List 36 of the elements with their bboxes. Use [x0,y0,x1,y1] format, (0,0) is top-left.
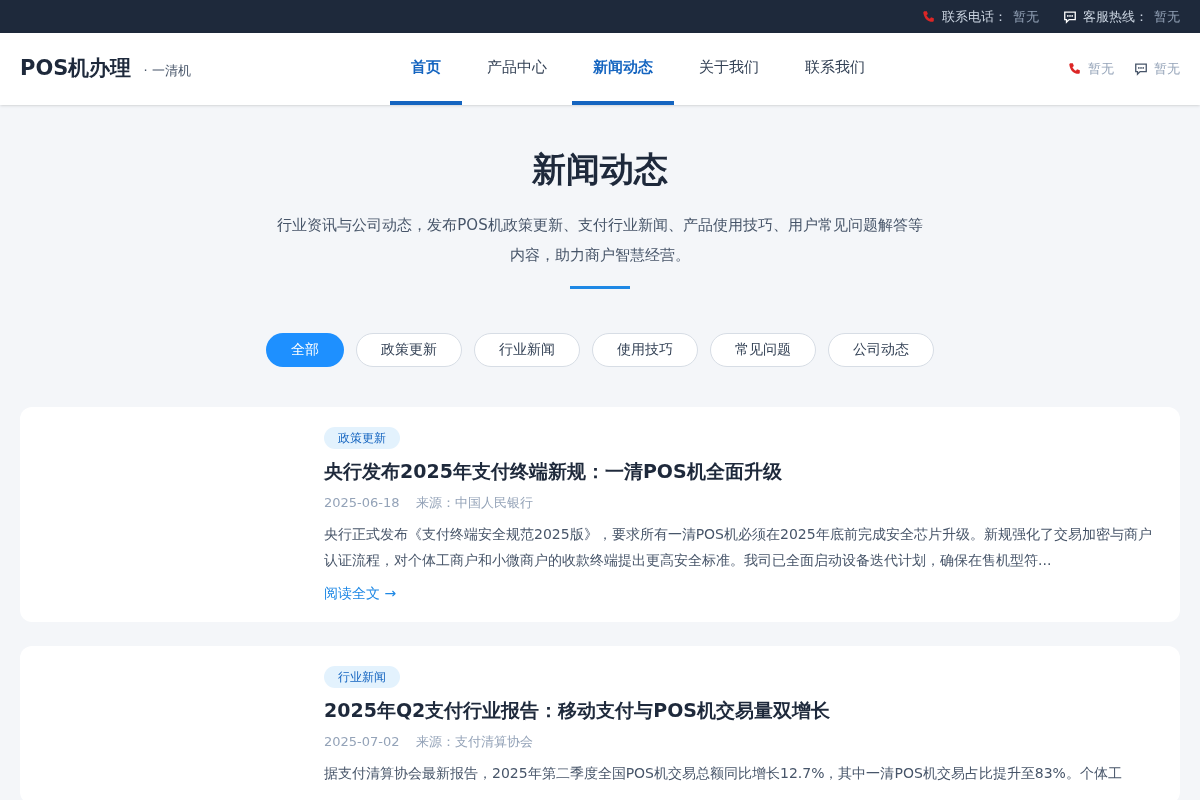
site-tagline: · 一清机 [143,62,191,81]
nav-link[interactable]: 首页 [390,33,462,105]
read-more-link[interactable]: 阅读全文 → [324,582,397,604]
article-source: 来源：中国人民银行 [415,494,533,513]
phone-icon [1068,62,1082,76]
filter-tab[interactable]: 行业新闻 [474,332,580,367]
contact-label: 客服热线： [1083,7,1148,26]
nav-link[interactable]: 产品中心 [466,33,568,105]
article-title[interactable]: 央行发布2025年支付终端新规：一清POS机全面升级 [324,456,782,486]
article-excerpt: 央行正式发布《支付终端安全规范2025版》，要求所有一清POS机必须在2025年底前完成安全芯片升级。新规强化了交易加密与商户认证流程，对个体工商户和小微商户的收款终端提出更高安全标准。我司已全面启动设备迭代计划，确保在售机型符... [324,524,1152,570]
article-source: 来源：支付清算协会 [415,733,533,752]
article-date: 2025-07-02 [324,733,400,752]
contact-value: 暂无 [1013,7,1039,26]
contact-label: 联系电话： [942,7,1007,26]
filter-tab[interactable]: 公司动态 [828,332,934,367]
contact-value: 暂无 [1088,60,1114,79]
title-underline [570,285,630,289]
chat-icon [1134,62,1148,76]
filter-tab[interactable]: 使用技巧 [592,332,698,367]
contact-value: 暂无 [1154,60,1180,79]
chat-icon [1063,9,1077,24]
nav-link[interactable]: 联系我们 [784,33,886,105]
site-logo[interactable]: POS机办理 [20,53,132,85]
nav-link[interactable]: 关于我们 [678,33,780,105]
phone-icon [922,9,936,24]
category-tag: 行业新闻 [324,665,400,688]
filter-tab[interactable]: 政策更新 [356,332,462,367]
contact-value: 暂无 [1154,7,1180,26]
category-tag: 政策更新 [324,426,400,449]
article-date: 2025-06-18 [324,494,400,513]
article-excerpt: 据支付清算协会最新报告，2025年第二季度全国POS机交易总额同比增长12.7%，其中一清POS机交易占比提升至83%。个体工 [324,763,1122,783]
filter-tab[interactable]: 常见问题 [710,332,816,367]
page-description: 行业资讯与公司动态，发布POS机政策更新、支付行业新闻、产品使用技巧、用户常见问题解答等内容，助力商户智慧经营。 [276,214,924,266]
article-title[interactable]: 2025年Q2支付行业报告：移动支付与POS机交易量双增长 [324,695,830,725]
nav-link[interactable]: 新闻动态 [572,33,674,105]
page-title: 新闻动态 [532,149,668,190]
